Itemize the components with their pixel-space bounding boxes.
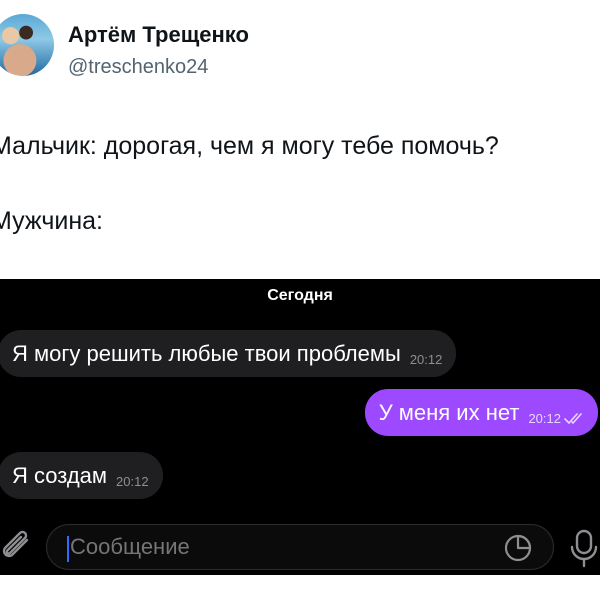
message-bubble-outgoing[interactable]: У меня их нет 20:12 [364, 389, 598, 436]
tweet-text-line-1: Мальчик: дорогая, чем я могу тебе помочь… [0, 132, 499, 160]
message-time: 20:12 [409, 352, 443, 367]
paperclip-icon[interactable] [0, 530, 36, 566]
message-time: 20:12 [116, 474, 149, 489]
message-text: Я создам [12, 462, 108, 488]
message-bubble-incoming[interactable]: Я создам 20:12 [0, 452, 163, 499]
microphone-icon[interactable] [568, 528, 600, 568]
double-check-icon [564, 412, 584, 425]
author-handle[interactable]: @treschenko24 [68, 56, 208, 79]
message-text: У меня их нет [378, 399, 520, 425]
message-input-box[interactable] [46, 524, 554, 570]
message-input[interactable] [70, 534, 370, 560]
chat-screenshot: Сегодня Я могу решить любые твои проблем… [0, 279, 600, 575]
date-label: Сегодня [267, 287, 333, 304]
tweet-text-line-2: Мужчина: [0, 207, 103, 235]
text-caret [67, 536, 69, 562]
message-composer [0, 520, 600, 575]
message-text: Я могу решить любые твои проблемы [12, 340, 401, 366]
message-time: 20:12 [528, 411, 561, 426]
author-name[interactable]: Артём Трещенко [68, 22, 249, 48]
avatar[interactable] [0, 14, 54, 76]
sticker-icon[interactable] [503, 533, 533, 563]
message-bubble-incoming[interactable]: Я могу решить любые твои проблемы 20:12 [0, 330, 457, 377]
